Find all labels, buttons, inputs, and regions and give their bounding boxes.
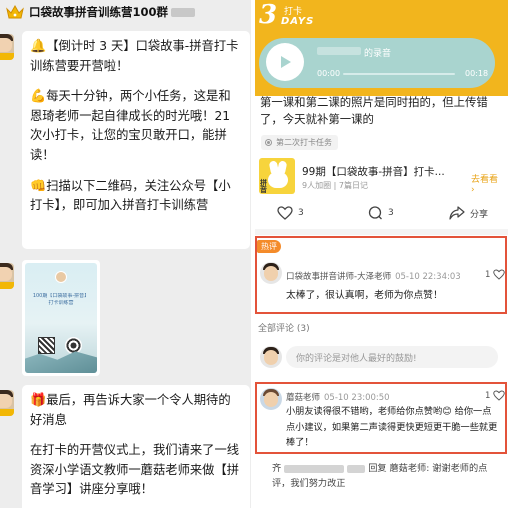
- reply-author: 齐: [272, 463, 282, 474]
- qr-poster-image[interactable]: 100期【口袋故事-拼音】 打卡训练营: [22, 260, 100, 376]
- fist-icon: 👊: [30, 178, 47, 194]
- target-icon: [265, 139, 272, 146]
- flexed-biceps-icon: 💪: [30, 89, 47, 105]
- comment-author[interactable]: 口袋故事拼音讲师-大泽老师 05-10 22:34:03: [286, 270, 461, 282]
- message-paragraph: 👊扫描以下二维码，关注公众号【小打卡】，即可加入拼音打卡训练营: [30, 178, 231, 213]
- redacted-audio-owner: [317, 47, 361, 55]
- message-paragraph: 🔔【倒计时 3 天】口袋故事-拼音打卡训练营要开营啦！: [30, 39, 239, 73]
- group-meta: 9人加圈 | 7篇日记: [302, 181, 368, 190]
- checkin-banner: 3 打卡 DAYS 的录音 00:00 00:18: [255, 0, 508, 96]
- comment-time: 05-10 23:00:50: [324, 393, 390, 403]
- message-paragraph: 在打卡的开营仪式上，我们请来了一线资深小学语文教师一蘑菇老师来做【拼音学习】讲座…: [30, 443, 240, 497]
- audio-player: 的录音 00:00 00:18: [259, 38, 495, 88]
- comment-like-button[interactable]: 1: [485, 390, 506, 401]
- all-comments-label: 全部评论 (3): [258, 324, 310, 334]
- redacted-name: [347, 464, 366, 473]
- commenter-avatar[interactable]: [260, 388, 282, 410]
- audio-duration: 00:18: [465, 69, 489, 78]
- comment-author[interactable]: 蘑菇老师 05-10 23:00:50: [286, 391, 390, 403]
- message-paragraph: 💪每天十分钟，两个小任务，这是和恩琦老师一起自律成长的时光哦！21次小打卡，让您…: [30, 89, 231, 162]
- poster-subtitle: 打卡训练营: [48, 300, 74, 306]
- go-see-link[interactable]: 去看看 ›: [471, 172, 504, 195]
- heart-icon: [493, 269, 506, 280]
- group-name: 99期【口袋故事-拼音】打卡...: [302, 166, 445, 178]
- comment-text: 小朋友读得很不错哟，老师给你点赞哟😊 给你一点点小建议，如果第二声读得更快更短更…: [286, 406, 498, 448]
- audio-title: 的录音: [364, 49, 392, 59]
- comment-input[interactable]: 你的评论是对他人最好的鼓励!: [286, 346, 498, 368]
- chat-header: 口袋故事拼音训练营100群: [0, 0, 251, 24]
- mini-program-code-icon: [65, 337, 82, 354]
- comment-icon: [368, 206, 382, 220]
- comment-button[interactable]: 3: [367, 206, 394, 220]
- chat-message-bubble[interactable]: 🔔【倒计时 3 天】口袋故事-拼音打卡训练营要开营啦！ 💪每天十分钟，两个小任务…: [22, 31, 250, 249]
- gift-icon: 🎁: [30, 393, 47, 408]
- play-button[interactable]: [266, 43, 304, 81]
- poster-title: 100期【口袋故事-拼音】: [32, 293, 90, 299]
- heart-icon: [277, 206, 293, 220]
- divider: [255, 229, 508, 235]
- share-icon: [449, 206, 465, 220]
- sender-avatar[interactable]: [0, 390, 14, 416]
- hot-comment-badge: 热评: [257, 240, 281, 253]
- chat-title: 口袋故事拼音训练营100群: [29, 5, 169, 19]
- my-avatar: [260, 346, 282, 368]
- audio-current-time: 00:00: [317, 69, 341, 78]
- sender-avatar[interactable]: [0, 34, 14, 60]
- poster-landscape: [25, 351, 97, 373]
- heart-icon: [493, 390, 506, 401]
- crown-icon: [6, 4, 24, 19]
- chat-panel: 口袋故事拼音训练营100群 🔔【倒计时 3 天】口袋故事-拼音打卡训练营要开营啦…: [0, 0, 251, 508]
- commenter-avatar[interactable]: [260, 262, 282, 284]
- redacted-title-suffix: [171, 7, 196, 17]
- checkin-panel: 3 打卡 DAYS 的录音 00:00 00:18 第一课和第二课的照片是同时拍…: [255, 0, 508, 508]
- message-paragraph: 🎁最后，再告诉大家一个令人期待的好消息: [30, 393, 231, 427]
- group-card[interactable]: 拼音 99期【口袋故事-拼音】打卡... 9人加圈 | 7篇日记 去看看 ›: [259, 158, 504, 200]
- play-icon: [281, 56, 291, 68]
- comment-text: 太棒了，很认真啊，老师为你点赞！: [286, 290, 443, 301]
- comment-like-button[interactable]: 1: [485, 269, 506, 280]
- bell-icon: 🔔: [30, 39, 47, 54]
- share-button[interactable]: 分享: [449, 206, 488, 220]
- qr-code-icon: [38, 337, 55, 354]
- chat-message-bubble[interactable]: 🎁最后，再告诉大家一个令人期待的好消息 在打卡的开营仪式上，我们请来了一线资深小…: [22, 385, 250, 508]
- redacted-name: [284, 464, 345, 473]
- group-cover-image: 拼音: [259, 158, 295, 194]
- comment-time: 05-10 22:34:03: [395, 272, 461, 282]
- days-label: DAYS: [281, 16, 315, 27]
- post-body: 第一课和第二课的照片是同时拍的，但上传错了，今天就补第一课的: [260, 95, 488, 126]
- audio-progress-bar[interactable]: [343, 73, 455, 75]
- days-count: 3: [259, 0, 278, 30]
- poster-avatar: [55, 271, 67, 283]
- task-tag[interactable]: 第二次打卡任务: [261, 135, 338, 150]
- comment-reply[interactable]: 齐回复 蘑菇老师: 谢谢老师的点评，我们努力改正: [272, 461, 502, 491]
- post-actions: 3 3 分享: [255, 206, 508, 226]
- like-button[interactable]: 3: [277, 206, 304, 220]
- sender-avatar[interactable]: [0, 263, 14, 289]
